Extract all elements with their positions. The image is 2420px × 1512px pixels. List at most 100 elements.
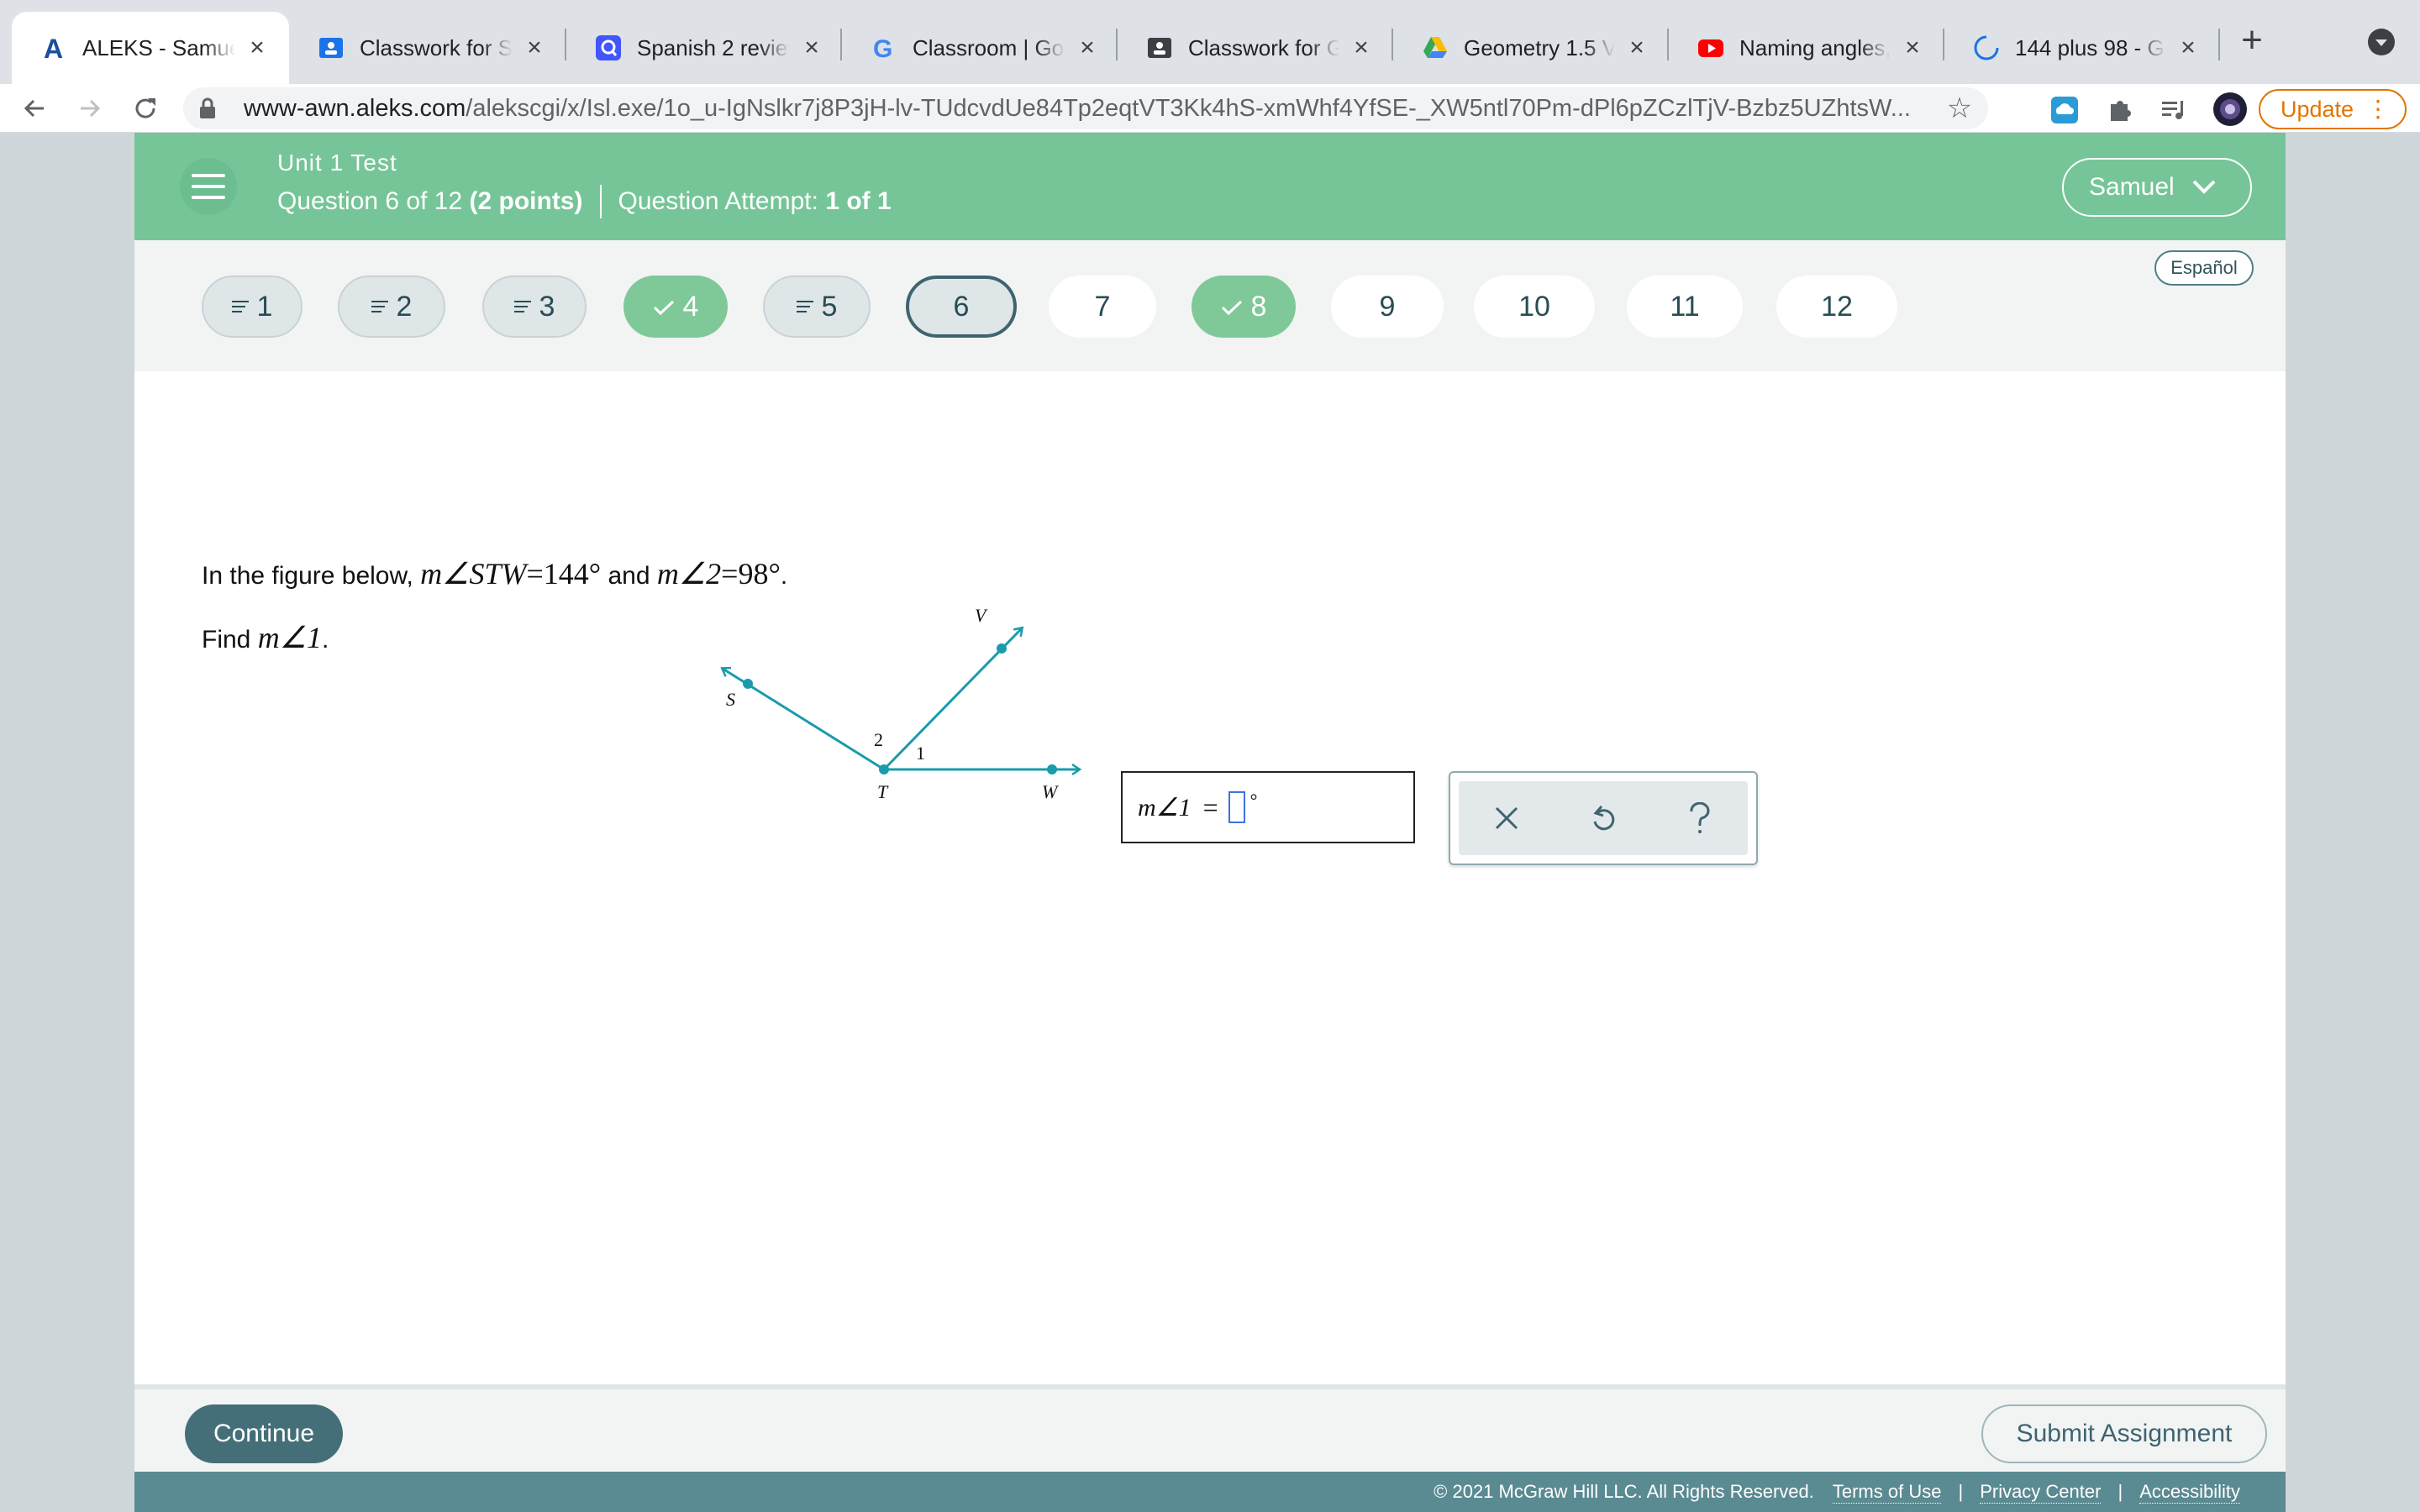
browser-update-button[interactable]: Update ⋮ [2259, 89, 2407, 129]
loading-icon [1973, 34, 2000, 61]
browser-tab-naming-angles[interactable]: Naming angles, s × [1669, 12, 1944, 84]
answer-input-slot[interactable] [1228, 791, 1245, 823]
close-icon[interactable]: × [1348, 34, 1375, 61]
checkmark-icon [1221, 291, 1243, 323]
close-icon[interactable]: × [2175, 34, 2202, 61]
label-w: W [1042, 781, 1059, 802]
browser-tab-google-classroom[interactable]: G Classroom | Google × [842, 12, 1119, 84]
point-s [743, 679, 753, 689]
equals-sign: = [1202, 791, 1218, 822]
browser-tab-spanish-review[interactable]: Spanish 2 review × [566, 12, 844, 84]
tab-separator [2218, 29, 2220, 60]
aleks-logo-icon: A [40, 34, 67, 61]
browser-toolbar: www-awn.aleks.com/alekscgi/x/Isl.exe/1o_… [0, 84, 2420, 133]
tab-title: Classwork for Spanish [360, 34, 513, 60]
question-button-3[interactable]: 3 [482, 276, 587, 338]
question-status: Question 6 of 12 (2 points) Question Att… [277, 185, 892, 218]
tab-title: ALEKS - Samuel S [82, 34, 235, 60]
language-toggle-button[interactable]: Español [2154, 250, 2254, 286]
answer-label: m∠1 [1138, 793, 1192, 822]
problem-text: In the figure below, [202, 562, 421, 590]
svg-text:A: A [44, 34, 63, 61]
bookmark-star-icon[interactable]: ☆ [1943, 92, 1976, 125]
lock-icon[interactable] [195, 96, 220, 121]
label-t: T [877, 781, 889, 802]
back-arrow-icon[interactable] [13, 87, 55, 129]
tab-search-chevron-icon[interactable] [2368, 29, 2395, 55]
new-tab-plus-icon[interactable]: + [2235, 22, 2269, 59]
tab-title: 144 plus 98 - Google [2015, 34, 2166, 60]
angle-figure: S V T W 2 1 [580, 605, 1101, 802]
question-button-11[interactable]: 11 [1627, 276, 1743, 338]
answer-input-box: m∠1 = ° [1121, 771, 1415, 843]
unit-title: Unit 1 Test [277, 150, 397, 176]
aleks-app: Unit 1 Test Question 6 of 12 (2 points) … [134, 133, 2286, 1512]
question-navigation-bar: Español 1 2 3 4 5 6 7 8 9 10 11 12 [134, 240, 2286, 371]
reload-icon[interactable] [124, 87, 166, 129]
point-t [879, 764, 889, 774]
question-button-10[interactable]: 10 [1474, 276, 1595, 338]
browser-tab-aleks[interactable]: A ALEKS - Samuel S × [12, 12, 289, 84]
question-button-8[interactable]: 8 [1192, 276, 1296, 338]
question-count: Question 6 of 12 [277, 187, 463, 215]
question-number: 2 [396, 290, 413, 323]
privacy-center-link[interactable]: Privacy Center [1980, 1481, 2102, 1504]
cloud-extension-icon[interactable] [2050, 96, 2079, 124]
puzzle-extensions-icon[interactable] [2106, 96, 2134, 124]
user-menu-button[interactable]: Samuel [2062, 158, 2252, 217]
angle-1-expression: m∠1 [257, 621, 322, 654]
browser-tab-geometry-video[interactable]: Geometry 1.5 Video × [1393, 12, 1669, 84]
tab-title: Classroom | Google [913, 34, 1065, 60]
accessibility-link[interactable]: Accessibility [2139, 1481, 2240, 1504]
question-number: 10 [1518, 290, 1550, 323]
submit-assignment-button[interactable]: Submit Assignment [1981, 1404, 2267, 1463]
question-button-4[interactable]: 4 [623, 276, 728, 338]
address-bar[interactable]: www-awn.aleks.com/alekscgi/x/Isl.exe/1o_… [183, 87, 1988, 129]
question-button-7[interactable]: 7 [1049, 276, 1156, 338]
question-button-1[interactable]: 1 [202, 276, 302, 338]
url-text[interactable]: www-awn.aleks.com/alekscgi/x/Isl.exe/1o_… [244, 95, 1943, 123]
browser-tab-classwork-spanish[interactable]: Classwork for Spanish × [289, 12, 566, 84]
avatar[interactable] [2213, 92, 2247, 126]
question-button-6[interactable]: 6 [906, 276, 1017, 338]
close-icon[interactable]: × [521, 34, 548, 61]
continue-button[interactable]: Continue [185, 1404, 343, 1463]
label-s: S [726, 689, 735, 710]
legal-footer: © 2021 McGraw Hill LLC. All Rights Reser… [134, 1472, 2286, 1512]
question-button-12[interactable]: 12 [1776, 276, 1897, 338]
more-vertical-icon: ⋮ [2366, 96, 2390, 122]
question-content: In the figure below, m∠STW=144° and m∠2=… [134, 371, 2286, 1384]
degree-unit: ° [1249, 790, 1258, 811]
question-button-9[interactable]: 9 [1331, 276, 1444, 338]
divider: | [2118, 1481, 2123, 1502]
tab-title: Naming angles, s [1739, 34, 1891, 60]
forward-arrow-icon[interactable] [69, 87, 111, 129]
question-button-5[interactable]: 5 [763, 276, 871, 338]
close-icon[interactable]: × [1074, 34, 1101, 61]
media-playlist-icon[interactable] [2160, 96, 2188, 124]
question-number: 9 [1379, 290, 1396, 323]
terms-of-use-link[interactable]: Terms of Use [1832, 1481, 1942, 1504]
close-icon[interactable]: × [244, 34, 271, 61]
prompt-text: Find [202, 626, 258, 654]
clear-x-icon[interactable] [1481, 793, 1532, 843]
tab-title: Geometry 1.5 Video [1464, 34, 1615, 60]
close-icon[interactable]: × [1899, 34, 1926, 61]
browser-tab-classwork-geometry[interactable]: Classwork for Geometry × [1118, 12, 1393, 84]
hamburger-menu-icon[interactable] [180, 158, 237, 215]
browser-tab-google-search[interactable]: 144 plus 98 - Google × [1944, 12, 2220, 84]
undo-icon[interactable] [1578, 793, 1628, 843]
help-question-icon[interactable] [1675, 793, 1725, 843]
problem-prompt: Find m∠1. [202, 620, 329, 655]
answer-tools-panel [1449, 771, 1758, 865]
label-v: V [975, 605, 988, 626]
answered-lines-icon [231, 301, 249, 312]
google-icon: G [871, 34, 897, 61]
answered-lines-icon [371, 301, 388, 312]
question-number: 3 [539, 290, 555, 323]
close-icon[interactable]: × [798, 34, 825, 61]
divider [599, 185, 602, 218]
url-host: www-awn.aleks.com [244, 94, 466, 122]
question-button-2[interactable]: 2 [338, 276, 445, 338]
close-icon[interactable]: × [1623, 34, 1650, 61]
